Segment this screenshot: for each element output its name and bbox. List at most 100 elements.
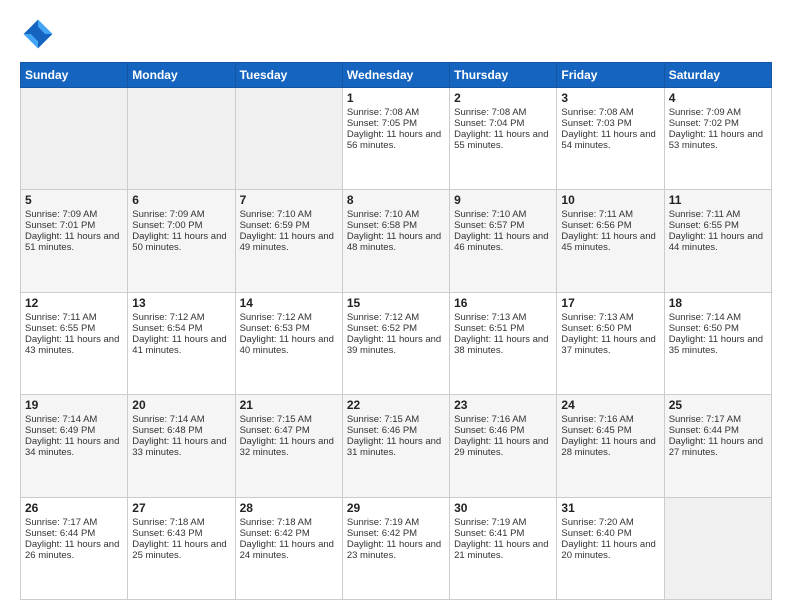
calendar-cell: 28Sunrise: 7:18 AMSunset: 6:42 PMDayligh… [235, 497, 342, 599]
sunset-text: Sunset: 6:56 PM [561, 220, 659, 231]
sunrise-text: Sunrise: 7:12 AM [132, 312, 230, 323]
sunrise-text: Sunrise: 7:09 AM [669, 107, 767, 118]
sunset-text: Sunset: 6:43 PM [132, 528, 230, 539]
sunset-text: Sunset: 6:55 PM [25, 323, 123, 334]
calendar-cell: 14Sunrise: 7:12 AMSunset: 6:53 PMDayligh… [235, 292, 342, 394]
calendar-header-row: SundayMondayTuesdayWednesdayThursdayFrid… [21, 63, 772, 88]
daylight-text: Daylight: 11 hours and 32 minutes. [240, 436, 338, 458]
sunset-text: Sunset: 6:59 PM [240, 220, 338, 231]
daylight-text: Daylight: 11 hours and 44 minutes. [669, 231, 767, 253]
daylight-text: Daylight: 11 hours and 54 minutes. [561, 129, 659, 151]
sunset-text: Sunset: 6:50 PM [669, 323, 767, 334]
calendar-header-sunday: Sunday [21, 63, 128, 88]
day-number: 26 [25, 501, 123, 515]
day-number: 5 [25, 193, 123, 207]
day-number: 24 [561, 398, 659, 412]
daylight-text: Daylight: 11 hours and 27 minutes. [669, 436, 767, 458]
daylight-text: Daylight: 11 hours and 39 minutes. [347, 334, 445, 356]
sunset-text: Sunset: 7:05 PM [347, 118, 445, 129]
daylight-text: Daylight: 11 hours and 41 minutes. [132, 334, 230, 356]
daylight-text: Daylight: 11 hours and 20 minutes. [561, 539, 659, 561]
calendar-week-row: 5Sunrise: 7:09 AMSunset: 7:01 PMDaylight… [21, 190, 772, 292]
calendar-cell: 5Sunrise: 7:09 AMSunset: 7:01 PMDaylight… [21, 190, 128, 292]
sunset-text: Sunset: 7:01 PM [25, 220, 123, 231]
calendar-week-row: 12Sunrise: 7:11 AMSunset: 6:55 PMDayligh… [21, 292, 772, 394]
daylight-text: Daylight: 11 hours and 34 minutes. [25, 436, 123, 458]
calendar-cell: 9Sunrise: 7:10 AMSunset: 6:57 PMDaylight… [450, 190, 557, 292]
day-number: 20 [132, 398, 230, 412]
calendar-cell: 22Sunrise: 7:15 AMSunset: 6:46 PMDayligh… [342, 395, 449, 497]
calendar-cell: 17Sunrise: 7:13 AMSunset: 6:50 PMDayligh… [557, 292, 664, 394]
calendar-cell: 25Sunrise: 7:17 AMSunset: 6:44 PMDayligh… [664, 395, 771, 497]
calendar-cell: 29Sunrise: 7:19 AMSunset: 6:42 PMDayligh… [342, 497, 449, 599]
calendar-week-row: 1Sunrise: 7:08 AMSunset: 7:05 PMDaylight… [21, 88, 772, 190]
day-number: 19 [25, 398, 123, 412]
sunset-text: Sunset: 7:00 PM [132, 220, 230, 231]
sunrise-text: Sunrise: 7:20 AM [561, 517, 659, 528]
calendar-cell: 11Sunrise: 7:11 AMSunset: 6:55 PMDayligh… [664, 190, 771, 292]
day-number: 29 [347, 501, 445, 515]
day-number: 17 [561, 296, 659, 310]
sunset-text: Sunset: 6:54 PM [132, 323, 230, 334]
header [20, 16, 772, 52]
day-number: 2 [454, 91, 552, 105]
calendar-table: SundayMondayTuesdayWednesdayThursdayFrid… [20, 62, 772, 600]
day-number: 22 [347, 398, 445, 412]
daylight-text: Daylight: 11 hours and 33 minutes. [132, 436, 230, 458]
sunrise-text: Sunrise: 7:10 AM [240, 209, 338, 220]
day-number: 30 [454, 501, 552, 515]
sunrise-text: Sunrise: 7:10 AM [347, 209, 445, 220]
sunrise-text: Sunrise: 7:11 AM [25, 312, 123, 323]
calendar-cell: 31 Sunrise: 7:20 AMSunset: 6:40 PMDayligh… [557, 497, 664, 599]
day-number: 16 [454, 296, 552, 310]
sunset-text: Sunset: 6:44 PM [25, 528, 123, 539]
daylight-text: Daylight: 11 hours and 43 minutes. [25, 334, 123, 356]
sunrise-text: Sunrise: 7:18 AM [240, 517, 338, 528]
sunset-text: Sunset: 6:47 PM [240, 425, 338, 436]
calendar-header-friday: Friday [557, 63, 664, 88]
day-number: 8 [347, 193, 445, 207]
sunset-text: Sunset: 7:04 PM [454, 118, 552, 129]
sunrise-text: Sunrise: 7:19 AM [347, 517, 445, 528]
day-number: 31 [561, 501, 659, 515]
sunrise-text: Sunrise: 7:12 AM [347, 312, 445, 323]
sunrise-text: Sunrise: 7:18 AM [132, 517, 230, 528]
calendar-cell: 15Sunrise: 7:12 AMSunset: 6:52 PMDayligh… [342, 292, 449, 394]
day-number: 11 [669, 193, 767, 207]
calendar-header-saturday: Saturday [664, 63, 771, 88]
daylight-text: Daylight: 11 hours and 28 minutes. [561, 436, 659, 458]
day-number: 21 [240, 398, 338, 412]
sunrise-text: Sunrise: 7:15 AM [347, 414, 445, 425]
calendar-week-row: 26Sunrise: 7:17 AMSunset: 6:44 PMDayligh… [21, 497, 772, 599]
calendar-cell: 21Sunrise: 7:15 AMSunset: 6:47 PMDayligh… [235, 395, 342, 497]
sunset-text: Sunset: 6:41 PM [454, 528, 552, 539]
calendar-cell: 18Sunrise: 7:14 AMSunset: 6:50 PMDayligh… [664, 292, 771, 394]
calendar-cell: 20Sunrise: 7:14 AMSunset: 6:48 PMDayligh… [128, 395, 235, 497]
day-number: 12 [25, 296, 123, 310]
daylight-text: Daylight: 11 hours and 21 minutes. [454, 539, 552, 561]
calendar-cell: 30Sunrise: 7:19 AMSunset: 6:41 PMDayligh… [450, 497, 557, 599]
sunset-text: Sunset: 6:42 PM [240, 528, 338, 539]
calendar-cell: 26Sunrise: 7:17 AMSunset: 6:44 PMDayligh… [21, 497, 128, 599]
sunrise-text: Sunrise: 7:17 AM [669, 414, 767, 425]
daylight-text: Daylight: 11 hours and 31 minutes. [347, 436, 445, 458]
sunrise-text: Sunrise: 7:16 AM [561, 414, 659, 425]
sunrise-text: Sunrise: 7:08 AM [454, 107, 552, 118]
calendar-cell: 13Sunrise: 7:12 AMSunset: 6:54 PMDayligh… [128, 292, 235, 394]
day-number: 4 [669, 91, 767, 105]
daylight-text: Daylight: 11 hours and 56 minutes. [347, 129, 445, 151]
day-number: 15 [347, 296, 445, 310]
calendar-cell: 3Sunrise: 7:08 AMSunset: 7:03 PMDaylight… [557, 88, 664, 190]
daylight-text: Daylight: 11 hours and 48 minutes. [347, 231, 445, 253]
daylight-text: Daylight: 11 hours and 40 minutes. [240, 334, 338, 356]
page: SundayMondayTuesdayWednesdayThursdayFrid… [0, 0, 792, 612]
calendar-cell [21, 88, 128, 190]
calendar-cell: 4Sunrise: 7:09 AMSunset: 7:02 PMDaylight… [664, 88, 771, 190]
day-number: 23 [454, 398, 552, 412]
daylight-text: Daylight: 11 hours and 37 minutes. [561, 334, 659, 356]
daylight-text: Daylight: 11 hours and 55 minutes. [454, 129, 552, 151]
sunset-text: Sunset: 6:40 PM [561, 528, 659, 539]
day-number: 14 [240, 296, 338, 310]
calendar-cell [235, 88, 342, 190]
day-number: 27 [132, 501, 230, 515]
